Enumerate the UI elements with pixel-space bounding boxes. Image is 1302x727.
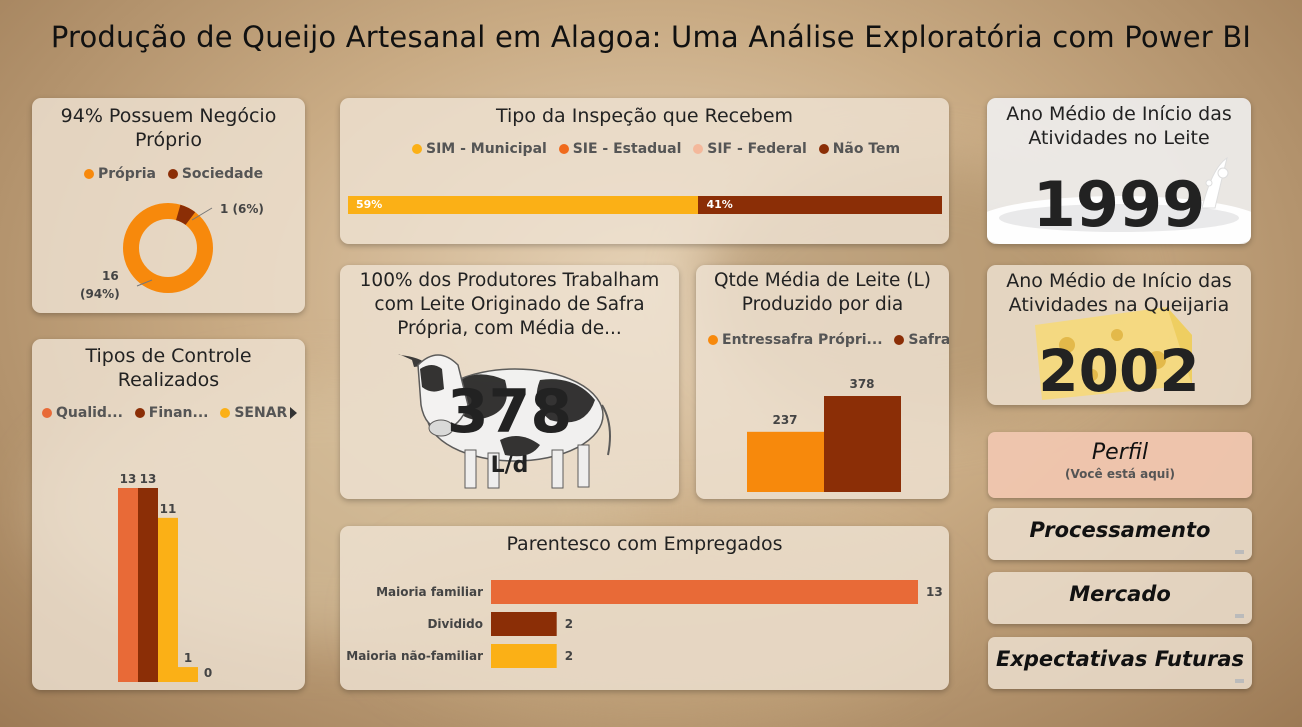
inspecao-segment-sim[interactable]: 59% [348,196,699,214]
parentesco-bar-chart[interactable]: Maioria familiar 13 Dividido 2 Maioria não-f… [340,526,949,690]
controle-bar[interactable] [138,488,158,682]
parentesco-bar[interactable] [491,580,918,604]
inspecao-segment-label: 59% [356,198,383,211]
donut-label-propria: 16 [102,269,119,283]
legend-item-sim[interactable]: SIM - Municipal [412,141,547,157]
leite-dia-bar-label: 237 [772,413,797,427]
parentesco-bar-label: 2 [565,617,573,631]
nav-expectativas-button[interactable]: Expectativas Futuras [988,637,1252,689]
leite-dia-bar[interactable] [824,396,901,492]
ano-queijaria-value: 2002 [1038,337,1200,405]
ano-leite-title: Ano Médio de Início das Atividades no Le… [1006,103,1232,149]
inspecao-stacked-bar[interactable]: 59% 41% [348,196,942,214]
nav-mercado-label: Mercado [1069,582,1171,606]
ano-queijaria-title: Ano Médio de Início das Atividades na Qu… [1006,270,1232,316]
nav-indicator [1235,614,1244,618]
leite-dia-card[interactable]: Qtde Média de Leite (L) Produzido por di… [696,265,949,499]
controle-bar[interactable] [178,667,198,682]
nav-expectativas-label: Expectativas Futuras [995,647,1245,671]
controle-bar-label: 13 [140,472,157,486]
controle-bar[interactable] [118,488,138,682]
leite-dia-bar[interactable] [747,431,824,492]
safra-card[interactable]: 100% dos Produtores Trabalham com Leite … [340,265,679,499]
parentesco-category-label: Maioria não-familiar [346,649,483,663]
nav-perfil-sublabel: (Você está aqui) [1065,467,1175,481]
parentesco-category-label: Dividido [427,617,483,631]
nav-processamento-button[interactable]: Processamento [988,508,1252,560]
donut-label-sociedade: 1 (6%) [220,202,264,216]
safra-unit: L/d [490,453,529,478]
inspecao-title: Tipo da Inspeção que Recebem [495,105,794,127]
nav-indicator [1235,679,1244,683]
donut-label-propria-pct: (94%) [80,287,120,301]
negocio-donut-chart[interactable] [32,98,305,313]
negocio-card[interactable]: 94% Possuem Negócio Próprio Própria Soci… [32,98,305,313]
controle-bar-label: 1 [184,651,192,665]
donut-slice-sociedade[interactable] [175,204,196,226]
parentesco-bar[interactable] [491,644,557,668]
parentesco-card[interactable]: Parentesco com Empregados Maioria famili… [340,526,949,690]
parentesco-bar-label: 13 [926,585,943,599]
controle-card[interactable]: Tipos de Controle Realizados Qualid... F… [32,339,305,690]
safra-value: 378 [446,377,573,447]
page-title: Produção de Queijo Artesanal em Alagoa: … [50,20,1252,54]
inspecao-card[interactable]: Tipo da Inspeção que Recebem SIM - Munic… [340,98,949,244]
ano-queijaria-card[interactable]: Ano Médio de Início das Atividades na Qu… [987,265,1251,405]
legend-item-sie[interactable]: SIE - Estadual [558,141,681,157]
inspecao-legend: SIM - Municipal SIE - Estadual SIF - Fed… [412,141,907,157]
controle-bar-label: 11 [160,502,177,516]
controle-bar[interactable] [158,517,178,682]
leite-dia-bar-chart[interactable]: 237 378 [696,265,949,499]
nav-mercado-button[interactable]: Mercado [988,572,1252,624]
inspecao-segment-label: 41% [706,198,733,211]
donut-slice-propria[interactable] [123,203,213,293]
legend-item-sif[interactable]: SIF - Federal [693,141,807,157]
ano-leite-value: 1999 [1032,168,1206,241]
parentesco-category-label: Maioria familiar [376,585,483,599]
nav-processamento-label: Processamento [1029,518,1211,542]
nav-perfil-button[interactable]: Perfil (Você está aqui) [988,432,1252,498]
nav-indicator [1235,550,1244,554]
leite-dia-bar-label: 378 [849,377,874,391]
nav-perfil-label: Perfil [1091,440,1149,465]
legend-item-nao-tem[interactable]: Não Tem [818,141,900,157]
ano-leite-card[interactable]: Ano Médio de Início das Atividades no Le… [987,98,1251,244]
controle-bar-chart[interactable]: 13 131110 [32,339,305,690]
parentesco-bar-label: 2 [565,649,573,663]
controle-bar-label: 0 [204,666,212,680]
controle-bar-label: 13 [120,472,137,486]
inspecao-segment-nao-tem[interactable]: 41% [698,196,942,214]
parentesco-bar[interactable] [491,612,557,636]
